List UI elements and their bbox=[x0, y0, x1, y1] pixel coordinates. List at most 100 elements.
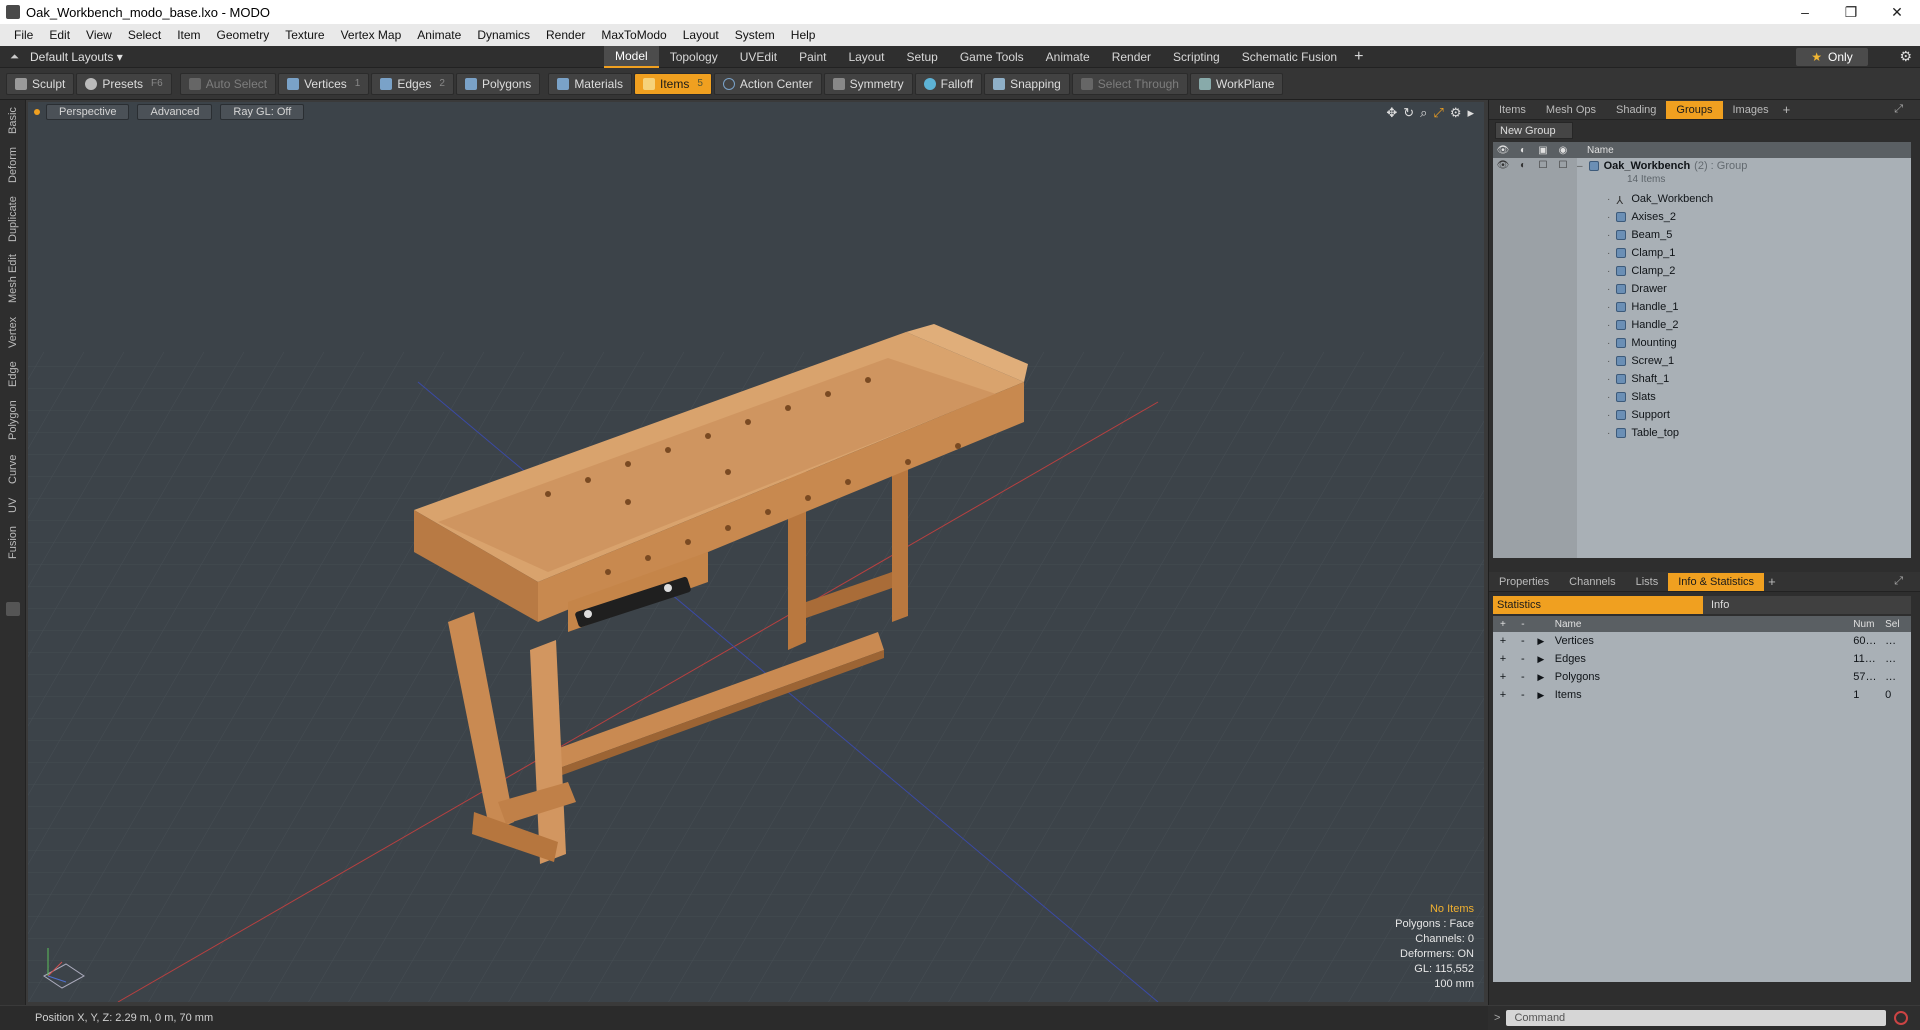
tab-duplicate[interactable]: Duplicate bbox=[3, 192, 23, 246]
gear-icon[interactable]: ⚙ bbox=[1899, 48, 1912, 65]
table-row[interactable]: + - ▶ Items 1 0 bbox=[1493, 686, 1911, 704]
menu-render[interactable]: Render bbox=[538, 28, 593, 42]
viewport-menu-dot[interactable] bbox=[34, 109, 40, 115]
panel-expand-icon[interactable]: ⤢ bbox=[1884, 101, 1913, 119]
expand-arrow-icon[interactable]: ▶ bbox=[1533, 690, 1549, 701]
tab-render[interactable]: Render bbox=[1101, 46, 1162, 68]
remove-icon[interactable]: - bbox=[1513, 653, 1533, 665]
maximize-button[interactable]: ❐ bbox=[1828, 0, 1874, 24]
snapping-button[interactable]: Snapping bbox=[984, 72, 1070, 95]
auto-select-button[interactable]: Auto Select bbox=[179, 72, 277, 95]
tab-shading[interactable]: Shading bbox=[1606, 101, 1666, 119]
menu-texture[interactable]: Texture bbox=[277, 28, 332, 42]
menu-dynamics[interactable]: Dynamics bbox=[469, 28, 538, 42]
tab-animate[interactable]: Animate bbox=[1035, 46, 1101, 68]
list-item[interactable]: · ⅄ Oak_Workbench bbox=[1493, 190, 1911, 208]
tab-info-statistics[interactable]: Info & Statistics bbox=[1668, 572, 1765, 591]
falloff-button[interactable]: Falloff bbox=[914, 72, 983, 95]
menu-edit[interactable]: Edit bbox=[41, 28, 78, 42]
tab-mesh-edit[interactable]: Mesh Edit bbox=[3, 252, 23, 306]
shading-mode-dropdown[interactable]: Advanced bbox=[137, 104, 213, 120]
add-layout-tab-button[interactable]: + bbox=[1348, 46, 1369, 68]
tab-model[interactable]: Model bbox=[604, 46, 659, 68]
left-tabs-toggle-icon[interactable] bbox=[6, 602, 20, 616]
edges-button[interactable]: Edges 2 bbox=[371, 72, 454, 95]
render-toggle-icon[interactable]: ◐ bbox=[1513, 160, 1533, 171]
remove-icon[interactable]: - bbox=[1513, 671, 1533, 683]
list-item[interactable]: · Beam_5 bbox=[1493, 226, 1911, 244]
tab-groups[interactable]: Groups bbox=[1666, 100, 1723, 119]
add-icon[interactable]: + bbox=[1493, 635, 1513, 647]
add-panel-tab-button[interactable]: + bbox=[1779, 101, 1795, 119]
tab-fusion[interactable]: Fusion bbox=[3, 522, 23, 562]
fit-icon[interactable]: ⤢ bbox=[1433, 105, 1443, 121]
list-item[interactable]: · Table_top bbox=[1493, 424, 1911, 442]
info-subtab[interactable]: Info bbox=[1703, 596, 1911, 614]
new-group-button[interactable]: New Group bbox=[1495, 122, 1573, 139]
add-icon[interactable]: + bbox=[1493, 689, 1513, 701]
menu-geometry[interactable]: Geometry bbox=[209, 28, 278, 42]
collapse-icon[interactable]: – bbox=[1577, 161, 1583, 172]
tab-vertex[interactable]: Vertex bbox=[3, 312, 23, 352]
menu-item[interactable]: Item bbox=[169, 28, 208, 42]
items-button[interactable]: Items 5 bbox=[634, 72, 712, 95]
list-item[interactable]: · Support bbox=[1493, 406, 1911, 424]
tab-edge[interactable]: Edge bbox=[3, 358, 23, 390]
tab-basic[interactable]: Basic bbox=[3, 104, 23, 138]
tab-layout[interactable]: Layout bbox=[837, 46, 895, 68]
tab-lists[interactable]: Lists bbox=[1626, 573, 1669, 591]
action-center-button[interactable]: Action Center bbox=[713, 72, 822, 95]
expand-arrow-icon[interactable]: ▶ bbox=[1533, 672, 1549, 683]
statistics-subtab[interactable]: Statistics bbox=[1493, 596, 1703, 614]
list-item[interactable]: · Handle_1 bbox=[1493, 298, 1911, 316]
visibility-eye-icon[interactable]: 👁 bbox=[1493, 160, 1513, 171]
tab-setup[interactable]: Setup bbox=[895, 46, 948, 68]
expand-arrow-icon[interactable]: ▶ bbox=[1533, 636, 1549, 647]
list-item[interactable]: · Clamp_2 bbox=[1493, 262, 1911, 280]
list-item[interactable]: · Axises_2 bbox=[1493, 208, 1911, 226]
viewport-expand-icon[interactable]: ▸ bbox=[1467, 105, 1474, 121]
select-checkbox[interactable]: ☐ bbox=[1553, 160, 1573, 171]
tab-paint[interactable]: Paint bbox=[788, 46, 837, 68]
tab-game-tools[interactable]: Game Tools bbox=[949, 46, 1035, 68]
table-row[interactable]: + - ▶ Polygons 57… … bbox=[1493, 668, 1911, 686]
menu-layout[interactable]: Layout bbox=[675, 28, 727, 42]
list-item[interactable]: · Mounting bbox=[1493, 334, 1911, 352]
group-row[interactable]: 👁 ◐ ☐ ☐ – Oak_Workbench (2) : Group 14 I… bbox=[1493, 158, 1911, 190]
list-item[interactable]: · Slats bbox=[1493, 388, 1911, 406]
list-item[interactable]: · Shaft_1 bbox=[1493, 370, 1911, 388]
list-item[interactable]: · Clamp_1 bbox=[1493, 244, 1911, 262]
tab-topology[interactable]: Topology bbox=[659, 46, 729, 68]
tab-scripting[interactable]: Scripting bbox=[1162, 46, 1231, 68]
default-layouts-dropdown[interactable]: Default Layouts ▾ bbox=[30, 50, 123, 64]
expand-arrow-icon[interactable]: ▶ bbox=[1533, 654, 1549, 665]
command-input[interactable]: Command bbox=[1506, 1010, 1887, 1026]
menu-help[interactable]: Help bbox=[783, 28, 824, 42]
tab-deform[interactable]: Deform bbox=[3, 144, 23, 186]
stats-expand-icon[interactable]: ⤢ bbox=[1884, 573, 1913, 591]
pan-icon[interactable]: ✥ bbox=[1386, 105, 1397, 121]
add-stats-tab-button[interactable]: + bbox=[1764, 573, 1780, 591]
materials-button[interactable]: Materials bbox=[548, 72, 632, 95]
presets-button[interactable]: Presets F6 bbox=[76, 72, 172, 95]
zoom-icon[interactable]: ⌕ bbox=[1420, 105, 1427, 121]
vertices-button[interactable]: Vertices 1 bbox=[278, 72, 370, 95]
table-row[interactable]: + - ▶ Vertices 60… … bbox=[1493, 632, 1911, 650]
table-row[interactable]: + - ▶ Edges 11… … bbox=[1493, 650, 1911, 668]
rotate-icon[interactable]: ↻ bbox=[1403, 105, 1414, 121]
tab-schematic-fusion[interactable]: Schematic Fusion bbox=[1231, 46, 1348, 68]
sculpt-button[interactable]: Sculpt bbox=[6, 72, 75, 95]
menu-select[interactable]: Select bbox=[120, 28, 169, 42]
close-button[interactable]: ✕ bbox=[1874, 0, 1920, 24]
remove-icon[interactable]: - bbox=[1513, 635, 1533, 647]
menu-maxtomodo[interactable]: MaxToModo bbox=[593, 28, 674, 42]
tab-images[interactable]: Images bbox=[1723, 101, 1779, 119]
3d-viewport[interactable]: Perspective Advanced Ray GL: Off ✥ ↻ ⌕ ⤢… bbox=[28, 102, 1484, 1002]
menu-vertex-map[interactable]: Vertex Map bbox=[333, 28, 410, 42]
tab-curve[interactable]: Curve bbox=[3, 450, 23, 488]
raygl-toggle[interactable]: Ray GL: Off bbox=[220, 104, 305, 120]
tab-mesh-ops[interactable]: Mesh Ops bbox=[1536, 101, 1606, 119]
tab-uv[interactable]: UV bbox=[3, 494, 23, 516]
menu-file[interactable]: File bbox=[6, 28, 41, 42]
tab-properties[interactable]: Properties bbox=[1489, 573, 1559, 591]
